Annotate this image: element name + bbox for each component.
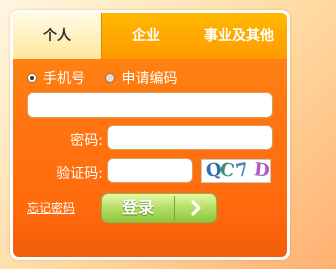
radio-application-code[interactable]: 申请编码 xyxy=(105,68,177,88)
login-mode-options: 手机号 申请编码 xyxy=(27,68,193,87)
radio-phone[interactable]: 手机号 xyxy=(27,68,85,88)
login-panel: 个人 企业 事业及其他 手机号 申请编码 密码: 验证码: QC7D 忘记密码 … xyxy=(10,10,290,260)
login-panel-body: 个人 企业 事业及其他 手机号 申请编码 密码: 验证码: QC7D 忘记密码 … xyxy=(13,13,287,257)
password-label: 密码: xyxy=(70,133,103,149)
forgot-password-link[interactable]: 忘记密码 xyxy=(27,199,75,216)
captcha-char: 7 xyxy=(233,159,251,183)
login-button-divider xyxy=(174,196,175,220)
radio-unchecked-icon xyxy=(105,73,116,83)
tab-enterprise[interactable]: 企业 xyxy=(101,13,191,59)
captcha-label: 验证码: xyxy=(56,166,103,182)
radio-checked-icon xyxy=(27,73,37,83)
account-input[interactable] xyxy=(27,92,273,118)
account-type-tabs: 个人 企业 事业及其他 xyxy=(13,13,287,59)
radio-application-code-label: 申请编码 xyxy=(121,71,178,87)
captcha-char: D xyxy=(252,159,271,182)
captcha-input[interactable] xyxy=(107,158,193,183)
radio-phone-label: 手机号 xyxy=(43,71,85,87)
login-button[interactable]: 登录 xyxy=(101,193,217,223)
chevron-right-icon xyxy=(191,200,201,216)
captcha-image[interactable]: QC7D xyxy=(201,159,271,183)
tab-institution[interactable]: 事业及其他 xyxy=(191,13,287,59)
login-button-label: 登录 xyxy=(121,198,154,217)
tab-personal[interactable]: 个人 xyxy=(13,13,102,59)
password-input[interactable] xyxy=(107,125,273,150)
